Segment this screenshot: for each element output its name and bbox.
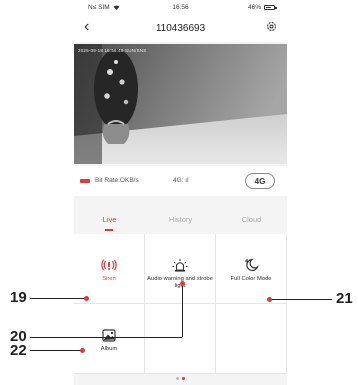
battery-percent: 46% — [247, 4, 261, 11]
status-bar: N≤ SIM 16:56 46% — [74, 0, 287, 14]
callout-number-21: 21 — [336, 290, 353, 307]
page-dot[interactable] — [176, 377, 179, 380]
callout-number-22: 22 — [10, 342, 27, 359]
album-button[interactable]: Album — [74, 304, 145, 374]
stream-info-bar: Bit Rate:OKB/s 4G: ıl 4G — [74, 166, 287, 196]
tab-history[interactable]: History — [145, 215, 216, 224]
callout-dot-22 — [80, 348, 85, 353]
bitrate-text: Bit Rate:OKB/s — [95, 177, 139, 184]
recording-indicator-icon — [80, 179, 90, 183]
gear-icon[interactable] — [266, 21, 277, 32]
network-4g-button[interactable]: 4G — [245, 173, 275, 189]
nav-bar: ‹ 110436693 — [74, 14, 287, 42]
siren-icon — [101, 258, 117, 272]
tab-live[interactable]: Live — [74, 215, 145, 224]
album-label: Album — [100, 346, 118, 352]
full-color-mode-button[interactable]: Full Color Mode — [216, 234, 287, 304]
callout-vline-20 — [182, 283, 183, 337]
tab-cloud[interactable]: Cloud — [216, 215, 287, 224]
callout-dot-20 — [180, 281, 185, 286]
moon-icon — [243, 258, 259, 272]
battery-icon — [264, 5, 277, 10]
page-dot-active[interactable] — [182, 377, 185, 380]
device-title: 110436693 — [155, 23, 206, 34]
siren-label: Siren — [102, 276, 116, 282]
callout-dot-19 — [84, 296, 89, 301]
callout-line-21 — [270, 299, 332, 300]
callout-line-22 — [30, 350, 82, 351]
status-battery: 46% — [247, 4, 277, 11]
callout-dot-21 — [267, 297, 272, 302]
camera-live-feed[interactable]: 2025-09-18 16:56:49 SUN/SNS — [74, 44, 287, 164]
camera-frame-image — [74, 44, 287, 164]
tab-bar: Live History Cloud — [74, 210, 287, 234]
empty-grid-cell — [216, 304, 287, 374]
phone-screen: N≤ SIM 16:56 46% ‹ 110436693 2025-09-18 … — [74, 0, 287, 385]
network-signal-text: 4G: ıl — [173, 177, 189, 184]
function-grid: Siren Audio warning and strobe light Ful… — [74, 234, 287, 374]
active-tab-indicator — [105, 229, 113, 231]
siren-button[interactable]: Siren — [74, 234, 145, 304]
full-color-mode-label: Full Color Mode — [230, 276, 272, 282]
image-icon — [102, 328, 116, 342]
page-indicator — [74, 377, 287, 380]
alarm-light-icon — [172, 258, 188, 272]
callout-line-19 — [30, 298, 86, 299]
audio-warning-strobe-button[interactable]: Audio warning and strobe light — [145, 234, 216, 304]
callout-line-20 — [30, 337, 182, 338]
callout-number-19: 19 — [10, 289, 27, 306]
video-timestamp: 2025-09-18 16:56:49 SUN/SNS — [78, 48, 147, 53]
empty-grid-cell — [145, 304, 216, 374]
